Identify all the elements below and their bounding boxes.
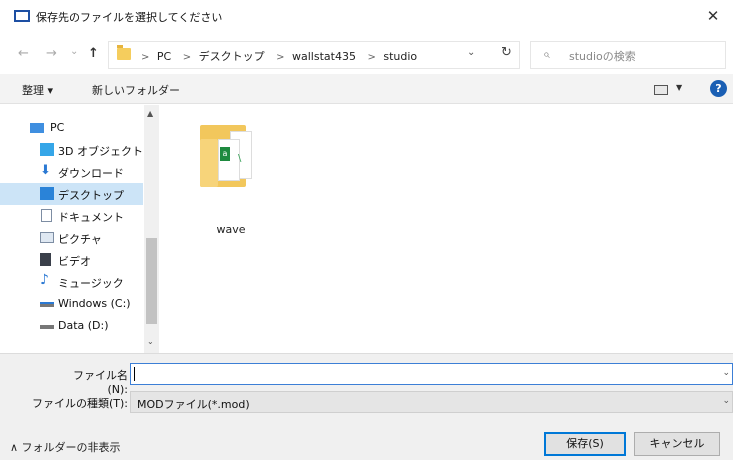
hide-folders-toggle[interactable]: ∧ フォルダーの非表示 <box>10 439 121 455</box>
filetype-select[interactable]: MODファイル(*.mod) ⌄ <box>130 391 733 413</box>
3d-objects-icon <box>40 143 54 156</box>
folder-icon <box>117 45 131 60</box>
window-title: 保存先のファイルを選択してください <box>36 11 223 24</box>
breadcrumb-studio[interactable]: studio <box>383 50 417 63</box>
sidebar-item-label: ミュージック <box>58 277 124 290</box>
forward-icon[interactable]: → <box>46 46 57 61</box>
filename-label: ファイル名(N): <box>73 369 128 396</box>
music-icon: ♪ <box>40 272 49 288</box>
breadcrumb-wallstat[interactable]: wallstat435 <box>292 50 356 63</box>
help-icon[interactable]: ? <box>710 80 727 97</box>
recent-locations-icon[interactable]: ⌄ <box>70 46 78 57</box>
video-icon <box>40 253 51 266</box>
chevron-down-icon[interactable]: ⌄ <box>722 396 730 406</box>
chevron-down-icon[interactable]: ▼ <box>676 83 682 92</box>
search-icon: ⌕ <box>543 47 550 61</box>
download-icon: ⬇ <box>40 163 51 178</box>
sidebar-item-label: PC <box>50 121 65 134</box>
search-placeholder: studioの検索 <box>569 50 636 63</box>
breadcrumb: > PC > デスクトップ > wallstat435 > studio <box>141 50 418 63</box>
command-bar: 整理 ▾ 新しいフォルダー ▼ ? <box>0 74 733 104</box>
scrollbar-thumb[interactable] <box>146 238 157 324</box>
breadcrumb-pc[interactable]: PC <box>157 50 171 63</box>
save-panel: ファイル名(N): ⌄ ファイルの種類(T): MODファイル(*.mod) ⌄… <box>0 353 733 460</box>
close-button[interactable]: ✕ <box>693 0 733 32</box>
sidebar-item-music[interactable]: ♪ ミュージック <box>0 271 143 293</box>
sidebar-item-downloads[interactable]: ⬇ ダウンロード <box>0 161 143 183</box>
folder-item[interactable]: a \ wave <box>196 117 266 236</box>
document-icon <box>41 209 52 222</box>
sidebar-item-desktop[interactable]: デスクトップ <box>0 183 143 205</box>
view-options-icon[interactable] <box>654 85 668 95</box>
sidebar-item-label: 3D オブジェクト <box>58 145 143 158</box>
filename-field[interactable]: ⌄ <box>130 363 733 385</box>
desktop-icon <box>40 187 54 200</box>
filetype-value: MODファイル(*.mod) <box>137 398 250 411</box>
sidebar-item-drive-c[interactable]: Windows (C:) <box>0 293 143 315</box>
sidebar-item-3d-objects[interactable]: 3D オブジェクト <box>0 139 143 161</box>
sidebar-item-videos[interactable]: ビデオ <box>0 249 143 271</box>
sidebar-item-label: Windows (C:) <box>58 297 131 310</box>
navigation-pane: PC 3D オブジェクト ⬇ ダウンロード デスクトップ ドキュメント ピクチャ… <box>0 105 160 353</box>
window-icon <box>14 10 30 22</box>
address-row: ← → ⌄ ↑ > PC > デスクトップ > wallstat435 > st… <box>0 38 733 72</box>
sidebar-item-label: デスクトップ <box>58 189 124 202</box>
refresh-icon[interactable]: ↻ <box>501 45 512 60</box>
scroll-down-icon[interactable]: ⌄ <box>147 337 154 346</box>
folder-icon: a \ <box>200 125 252 187</box>
filetype-label: ファイルの種類(T): <box>31 397 128 410</box>
sidebar-item-drive-d[interactable]: Data (D:) <box>0 315 143 337</box>
chevron-down-icon[interactable]: ⌄ <box>467 47 475 58</box>
cancel-button[interactable]: キャンセル <box>634 432 720 456</box>
scroll-up-icon[interactable]: ▲ <box>147 109 153 118</box>
search-input[interactable]: ⌕ studioの検索 <box>530 41 726 69</box>
new-folder-button[interactable]: 新しいフォルダー <box>92 82 180 98</box>
folder-name: wave <box>216 223 246 236</box>
save-button[interactable]: 保存(S) <box>544 432 626 456</box>
sidebar-item-pictures[interactable]: ピクチャ <box>0 227 143 249</box>
pc-icon <box>30 123 44 133</box>
pictures-icon <box>40 232 54 243</box>
sidebar-item-label: ビデオ <box>58 255 91 268</box>
sidebar-item-label: ダウンロード <box>58 167 124 180</box>
breadcrumb-desktop[interactable]: デスクトップ <box>199 50 265 63</box>
drive-d-icon <box>40 325 54 329</box>
sidebar-item-documents[interactable]: ドキュメント <box>0 205 143 227</box>
address-bar[interactable]: > PC > デスクトップ > wallstat435 > studio ⌄ ↻ <box>108 41 520 69</box>
text-caret <box>134 367 135 381</box>
organize-button[interactable]: 整理 ▾ <box>22 82 53 98</box>
sidebar-item-pc[interactable]: PC <box>0 117 143 139</box>
sidebar-item-label: ピクチャ <box>58 233 102 246</box>
file-list: a \ wave <box>160 105 733 353</box>
sidebar-item-label: Data (D:) <box>58 319 109 332</box>
sidebar-item-label: ドキュメント <box>58 211 124 224</box>
title-bar: 保存先のファイルを選択してください ✕ <box>0 0 733 32</box>
chevron-down-icon[interactable]: ⌄ <box>722 368 730 378</box>
up-folder-icon[interactable]: ↑ <box>88 46 99 61</box>
drive-c-icon <box>40 302 54 307</box>
back-icon[interactable]: ← <box>18 46 29 61</box>
